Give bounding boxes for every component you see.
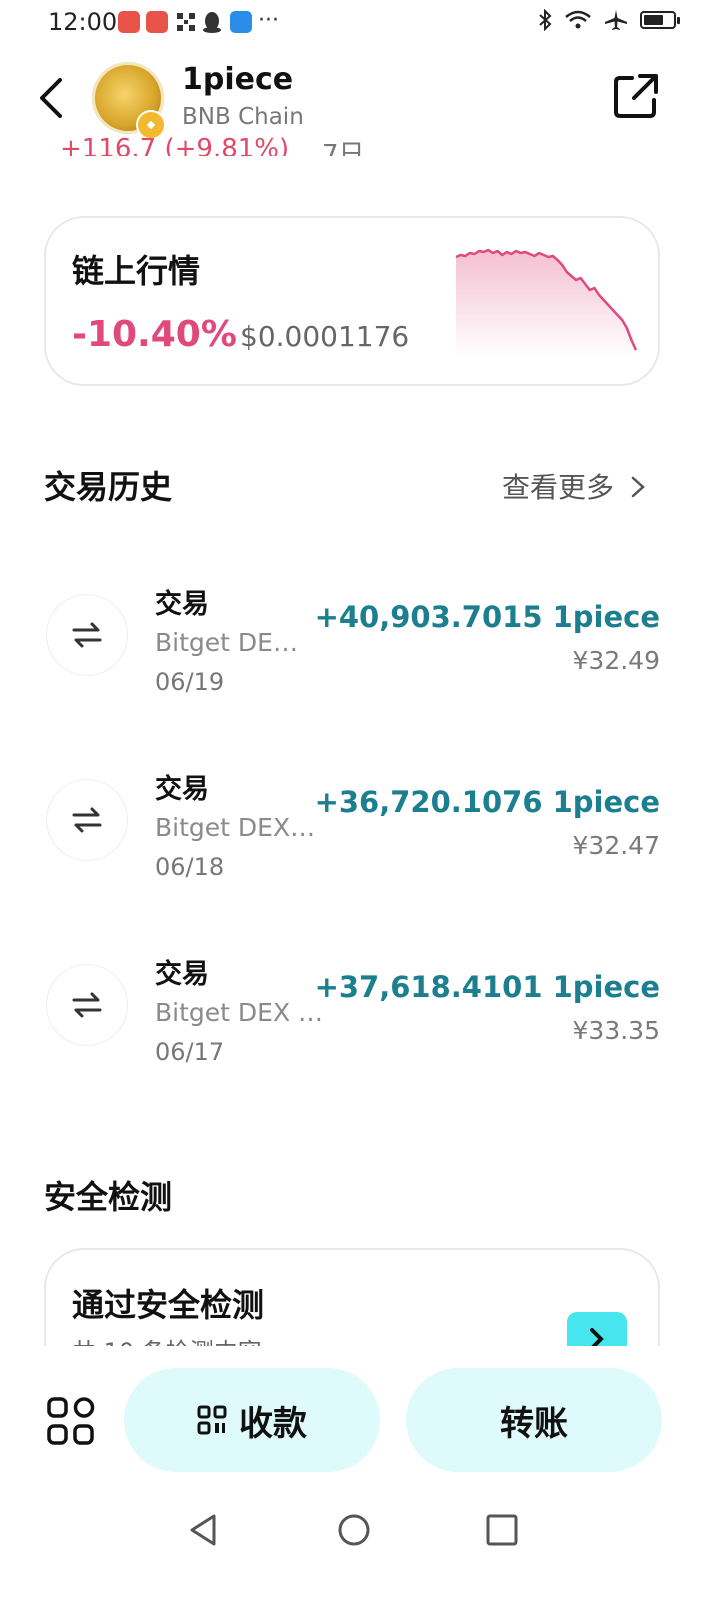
qr-code-icon: [197, 1405, 227, 1435]
table-row[interactable]: [44, 560, 664, 710]
apps-grid-icon[interactable]: [46, 1396, 96, 1446]
scan-icon: [177, 13, 195, 31]
view-more-label: 查看更多: [502, 471, 615, 504]
price-sparkline: [455, 248, 638, 358]
nav-back-icon[interactable]: [184, 1510, 224, 1550]
more-icon: ···: [258, 8, 279, 33]
token-name: 1piece: [182, 62, 294, 97]
status-time: 12:00: [48, 8, 118, 36]
table-row[interactable]: [44, 930, 664, 1080]
back-button[interactable]: [36, 76, 66, 120]
trade-history-title: 交易历史: [44, 468, 173, 506]
table-row[interactable]: [44, 745, 664, 895]
period-selector-partial[interactable]: 7日: [322, 134, 365, 156]
chain-name: BNB Chain: [182, 104, 304, 130]
nav-home-icon[interactable]: [334, 1510, 374, 1550]
qq-icon: [203, 12, 221, 33]
nav-recents-icon[interactable]: [482, 1510, 522, 1550]
share-button[interactable]: [612, 72, 660, 120]
chevron-right-icon: [631, 476, 645, 498]
status-bar: 12:00 ···: [0, 0, 720, 46]
transfer-label: 转账: [500, 1403, 568, 1444]
market-price: $0.0001176: [240, 320, 410, 353]
market-change: -10.40%: [72, 314, 237, 355]
security-card-title: 通过安全检测: [72, 1286, 265, 1324]
receive-label: 收款: [239, 1403, 307, 1444]
security-check-title: 安全检测: [44, 1178, 173, 1216]
airplane-mode-icon: [605, 10, 627, 30]
battery-icon: [640, 11, 680, 29]
receive-button[interactable]: 收款: [124, 1368, 380, 1472]
price-change-partial: +116.7 (+9.81%): [60, 134, 290, 156]
app-notification-icon: [146, 11, 168, 33]
bluetooth-icon: [539, 9, 552, 31]
market-title: 链上行情: [72, 252, 201, 290]
wifi-icon: [565, 10, 591, 29]
weather-icon: [230, 11, 252, 33]
view-more-link[interactable]: 查看更多: [502, 466, 647, 506]
transfer-button[interactable]: 转账: [406, 1368, 662, 1472]
app-notification-icon: [118, 11, 140, 33]
